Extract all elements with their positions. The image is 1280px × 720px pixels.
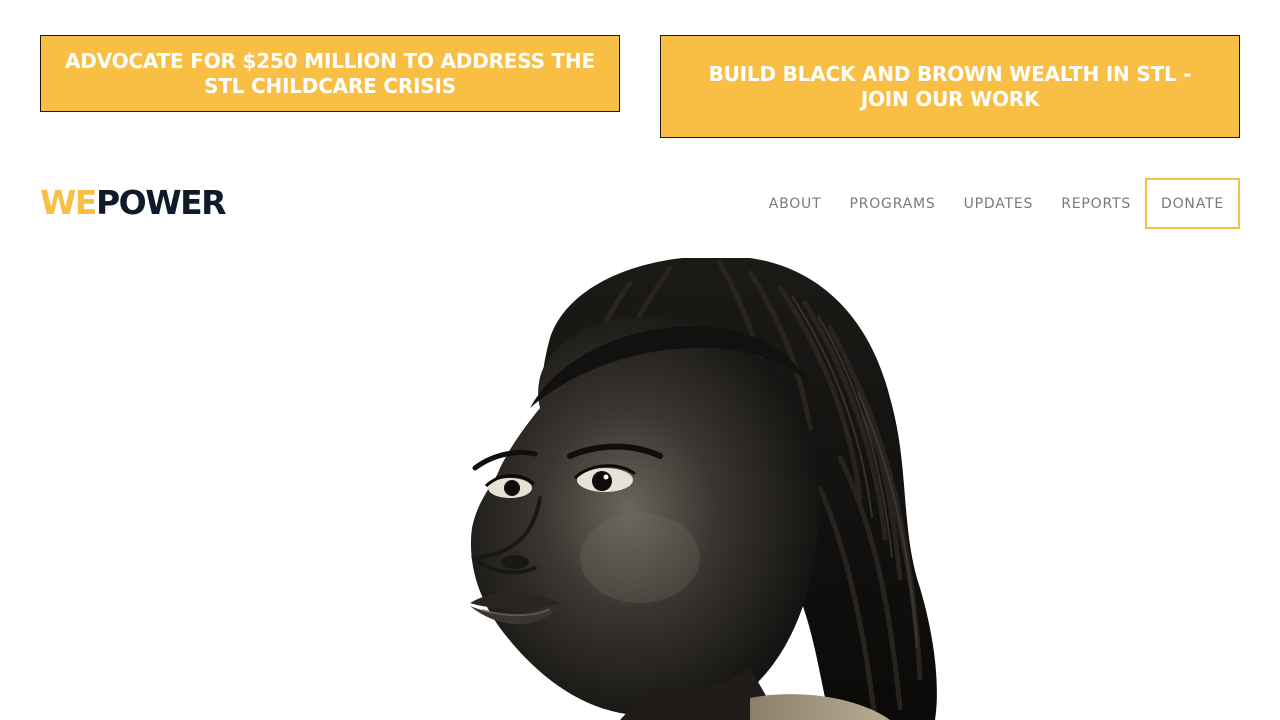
- donate-button[interactable]: DONATE: [1145, 178, 1240, 229]
- logo-we-text: WE: [40, 183, 97, 222]
- hero-portrait: [420, 258, 960, 720]
- portrait-illustration: [470, 258, 937, 720]
- logo-power-text: POWER: [95, 183, 227, 222]
- childcare-campaign-banner[interactable]: ADVOCATE FOR $250 MILLION TO ADDRESS THE…: [40, 35, 620, 112]
- nav-programs[interactable]: PROGRAMS: [849, 196, 935, 212]
- main-nav: ABOUT PROGRAMS UPDATES REPORTS DONATE: [769, 178, 1240, 229]
- nav-about[interactable]: ABOUT: [769, 196, 822, 212]
- page: ADVOCATE FOR $250 MILLION TO ADDRESS THE…: [0, 0, 1280, 720]
- wepower-logo[interactable]: WE POWER: [40, 183, 227, 222]
- nav-updates[interactable]: UPDATES: [964, 196, 1034, 212]
- nav-reports[interactable]: REPORTS: [1061, 196, 1131, 212]
- wealth-campaign-banner[interactable]: BUILD BLACK AND BROWN WEALTH IN STL - JO…: [660, 35, 1240, 138]
